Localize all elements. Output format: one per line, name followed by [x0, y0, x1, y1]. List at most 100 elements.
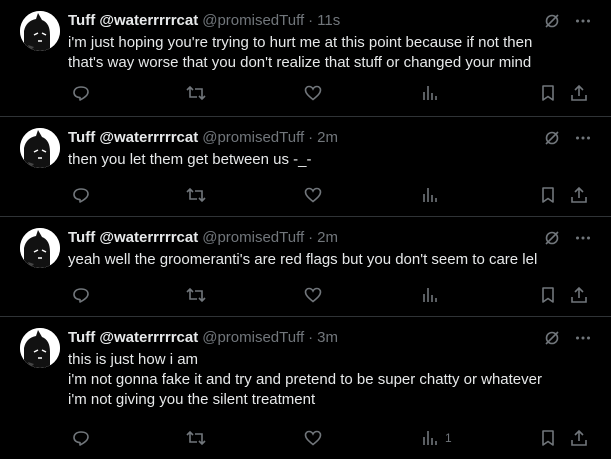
like-button[interactable] [304, 286, 322, 304]
retweet-icon [186, 287, 206, 303]
share-button[interactable] [570, 186, 588, 204]
tweet[interactable]: Tuff @waterrrrrcat @promisedTuff · 2m th… [0, 117, 611, 217]
reply-button[interactable] [72, 186, 90, 204]
bookmark-icon [542, 430, 554, 446]
bookmark-icon [542, 85, 554, 101]
timestamp[interactable]: 11s [317, 11, 340, 31]
retweet-button[interactable] [186, 286, 206, 304]
views-button[interactable] [421, 84, 445, 102]
like-button[interactable] [304, 84, 322, 102]
reply-button[interactable] [72, 429, 90, 447]
separator: · [308, 329, 314, 346]
reply-icon [73, 188, 89, 203]
tweet-text: yeah well the groomeranti's are red flag… [68, 250, 595, 270]
cat-avatar-icon [20, 228, 60, 268]
tweet-actions: 1 [68, 429, 591, 449]
like-button[interactable] [304, 186, 322, 204]
tweet-feed: Tuff @waterrrrrcat @promisedTuff · 11s i… [0, 0, 611, 459]
retweet-button[interactable] [186, 186, 206, 204]
user-handle[interactable]: @promisedTuff [202, 228, 304, 248]
like-icon [304, 287, 322, 303]
avatar[interactable] [20, 328, 60, 368]
tweet-top-actions [543, 12, 591, 35]
tweet-text: i'm just hoping you're trying to hurt me… [68, 33, 595, 73]
retweet-icon [186, 430, 206, 446]
grok-icon[interactable] [543, 329, 561, 352]
reply-button[interactable] [72, 286, 90, 304]
share-button[interactable] [570, 286, 588, 304]
display-name[interactable]: Tuff @waterrrrrcat [68, 11, 198, 31]
more-icon[interactable] [575, 229, 591, 252]
tweet-header: Tuff @waterrrrrcat @promisedTuff · 11s [68, 11, 595, 31]
tweet-top-actions [543, 229, 591, 252]
views-icon [423, 188, 437, 202]
share-button[interactable] [570, 429, 588, 447]
avatar[interactable] [20, 128, 60, 168]
display-name[interactable]: Tuff @waterrrrrcat [68, 228, 198, 248]
share-icon [571, 429, 587, 446]
tweet-text: then you let them get between us -_- [68, 150, 595, 170]
user-handle[interactable]: @promisedTuff [202, 11, 304, 31]
bookmark-button[interactable] [540, 286, 556, 304]
tweet-actions [68, 186, 591, 206]
bookmark-icon [542, 287, 554, 303]
views-button[interactable] [421, 186, 445, 204]
cat-avatar-icon [20, 11, 60, 51]
views-button[interactable]: 1 [421, 429, 452, 447]
timestamp[interactable]: 2m [317, 128, 338, 148]
retweet-button[interactable] [186, 84, 206, 102]
views-icon [423, 288, 437, 302]
tweet-header: Tuff @waterrrrrcat @promisedTuff · 2m [68, 128, 595, 148]
grok-icon[interactable] [543, 12, 561, 35]
tweet-text-line: i'm not gonna fake it and try and preten… [68, 371, 542, 388]
avatar[interactable] [20, 228, 60, 268]
share-icon [571, 286, 587, 303]
like-icon [304, 430, 322, 446]
bookmark-button[interactable] [540, 186, 556, 204]
reply-icon [73, 431, 89, 446]
more-icon[interactable] [575, 329, 591, 352]
separator: · [308, 129, 314, 146]
share-icon [571, 84, 587, 101]
views-button[interactable] [421, 286, 445, 304]
separator: · [308, 229, 314, 246]
user-handle[interactable]: @promisedTuff [202, 128, 304, 148]
tweet-top-actions [543, 329, 591, 352]
timestamp[interactable]: 3m [317, 328, 338, 348]
display-name[interactable]: Tuff @waterrrrrcat [68, 328, 198, 348]
tweet-header: Tuff @waterrrrrcat @promisedTuff · 2m [68, 228, 595, 248]
tweet-actions [68, 286, 591, 306]
like-icon [304, 187, 322, 203]
tweet-text-line: i'm just hoping you're trying to hurt me… [68, 34, 533, 51]
tweet-text: this is just how i am i'm not gonna fake… [68, 350, 595, 410]
reply-icon [73, 288, 89, 303]
bookmark-button[interactable] [540, 429, 556, 447]
separator: · [308, 12, 314, 29]
retweet-button[interactable] [186, 429, 206, 447]
bookmark-button[interactable] [540, 84, 556, 102]
tweet[interactable]: Tuff @waterrrrrcat @promisedTuff · 2m ye… [0, 217, 611, 317]
reply-button[interactable] [72, 84, 90, 102]
more-icon[interactable] [575, 129, 591, 152]
tweet[interactable]: Tuff @waterrrrrcat @promisedTuff · 11s i… [0, 0, 611, 117]
avatar[interactable] [20, 11, 60, 51]
display-name[interactable]: Tuff @waterrrrrcat [68, 128, 198, 148]
like-button[interactable] [304, 429, 322, 447]
more-icon[interactable] [575, 12, 591, 35]
share-button[interactable] [570, 84, 588, 102]
tweet-text-line: this is just how i am [68, 351, 199, 368]
views-icon [423, 86, 437, 100]
user-handle[interactable]: @promisedTuff [202, 328, 304, 348]
tweet-actions [68, 84, 591, 104]
timestamp[interactable]: 2m [317, 228, 338, 248]
grok-icon[interactable] [543, 229, 561, 252]
tweet-text-line: then you let them get between us -_- [68, 151, 312, 168]
tweet[interactable]: Tuff @waterrrrrcat @promisedTuff · 3m th… [0, 317, 611, 459]
views-icon [423, 431, 437, 445]
bookmark-icon [542, 187, 554, 203]
tweet-text-line: yeah well the groomeranti's are red flag… [68, 251, 538, 268]
views-count: 1 [445, 431, 452, 445]
tweet-header: Tuff @waterrrrrcat @promisedTuff · 3m [68, 328, 595, 348]
cat-avatar-icon [20, 128, 60, 168]
grok-icon[interactable] [543, 129, 561, 152]
